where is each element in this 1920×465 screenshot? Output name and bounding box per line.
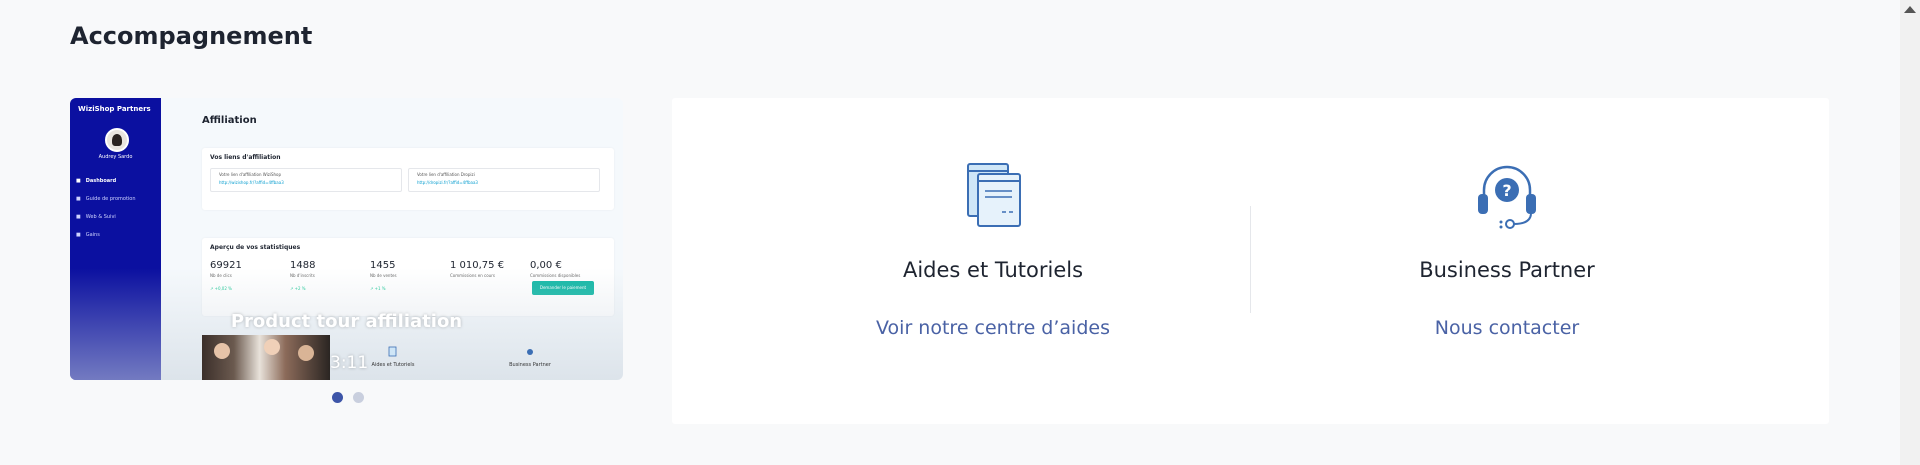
video-duration: 3:11 [330,353,369,373]
video-app-nav-item: Gains [76,232,100,238]
carousel-dots [332,392,364,403]
video-app-mini-label: Business Partner [509,362,551,368]
section-title: Accompagnement [70,22,313,50]
video-title: Product tour affiliation [230,311,463,332]
svg-text:?: ? [1502,181,1511,200]
video-app-user: Audrey Sardo [98,154,133,160]
headset-help-icon [527,349,533,355]
video-app-panel-title: Vos liens d'affiliation [210,154,281,161]
video-app-link-url: http://wizishop.fr/?affid=4ffbaa3 [219,180,284,185]
help-item-title: Business Partner [1419,258,1595,282]
video-app-brand: WiziShop Partners [78,105,151,113]
video-app-links-panel: Vos liens d'affiliation Votre lien d'aff… [202,148,614,210]
help-item-business-partner[interactable]: ? Business Partner Nous contacter [1250,98,1764,424]
scrollbar[interactable] [1900,0,1920,465]
video-app-mini-label: Aides et Tutoriels [371,362,415,368]
video-app-mini-item: Business Partner [490,346,570,368]
video-thumbnail [202,335,330,380]
video-app-link-box: Votre lien d'affiliation WiziShop http:/… [210,168,402,192]
help-item-tutorials[interactable]: Aides et Tutoriels Voir notre centre d’a… [736,98,1250,424]
video-app-panel-title: Aperçu de vos statistiques [210,244,301,251]
documents-icon [967,163,1021,227]
video-app-link-url: http://dropizi.fr/?affid=4ffbaa3 [417,180,478,185]
avatar [105,128,129,152]
headset-help-icon: ? [1478,165,1536,229]
video-carousel-slide[interactable]: WiziShop Partners Audrey Sardo Dashboard… [70,98,623,380]
video-app-page-title: Affiliation [202,115,257,126]
video-app-link-label: Votre lien d'affiliation Dropizi [417,172,475,177]
scroll-up-arrow-icon[interactable] [1904,6,1916,13]
carousel-dot-2[interactable] [353,392,364,403]
video-app-link-box: Votre lien d'affiliation Dropizi http://… [408,168,600,192]
contact-link[interactable]: Nous contacter [1250,317,1764,339]
video-app-nav-item: Guide de promotion [76,196,136,202]
video-app-link-label: Votre lien d'affiliation WiziShop [219,172,282,177]
documents-icon [388,346,397,357]
help-card: Aides et Tutoriels Voir notre centre d’a… [672,98,1829,424]
help-center-link[interactable]: Voir notre centre d’aides [736,317,1250,339]
help-item-title: Aides et Tutoriels [902,258,1084,282]
carousel-dot-1[interactable] [332,392,343,403]
video-app-nav-item: Dashboard [76,178,117,184]
video-app-nav-item: Web & Suivi [76,214,116,220]
